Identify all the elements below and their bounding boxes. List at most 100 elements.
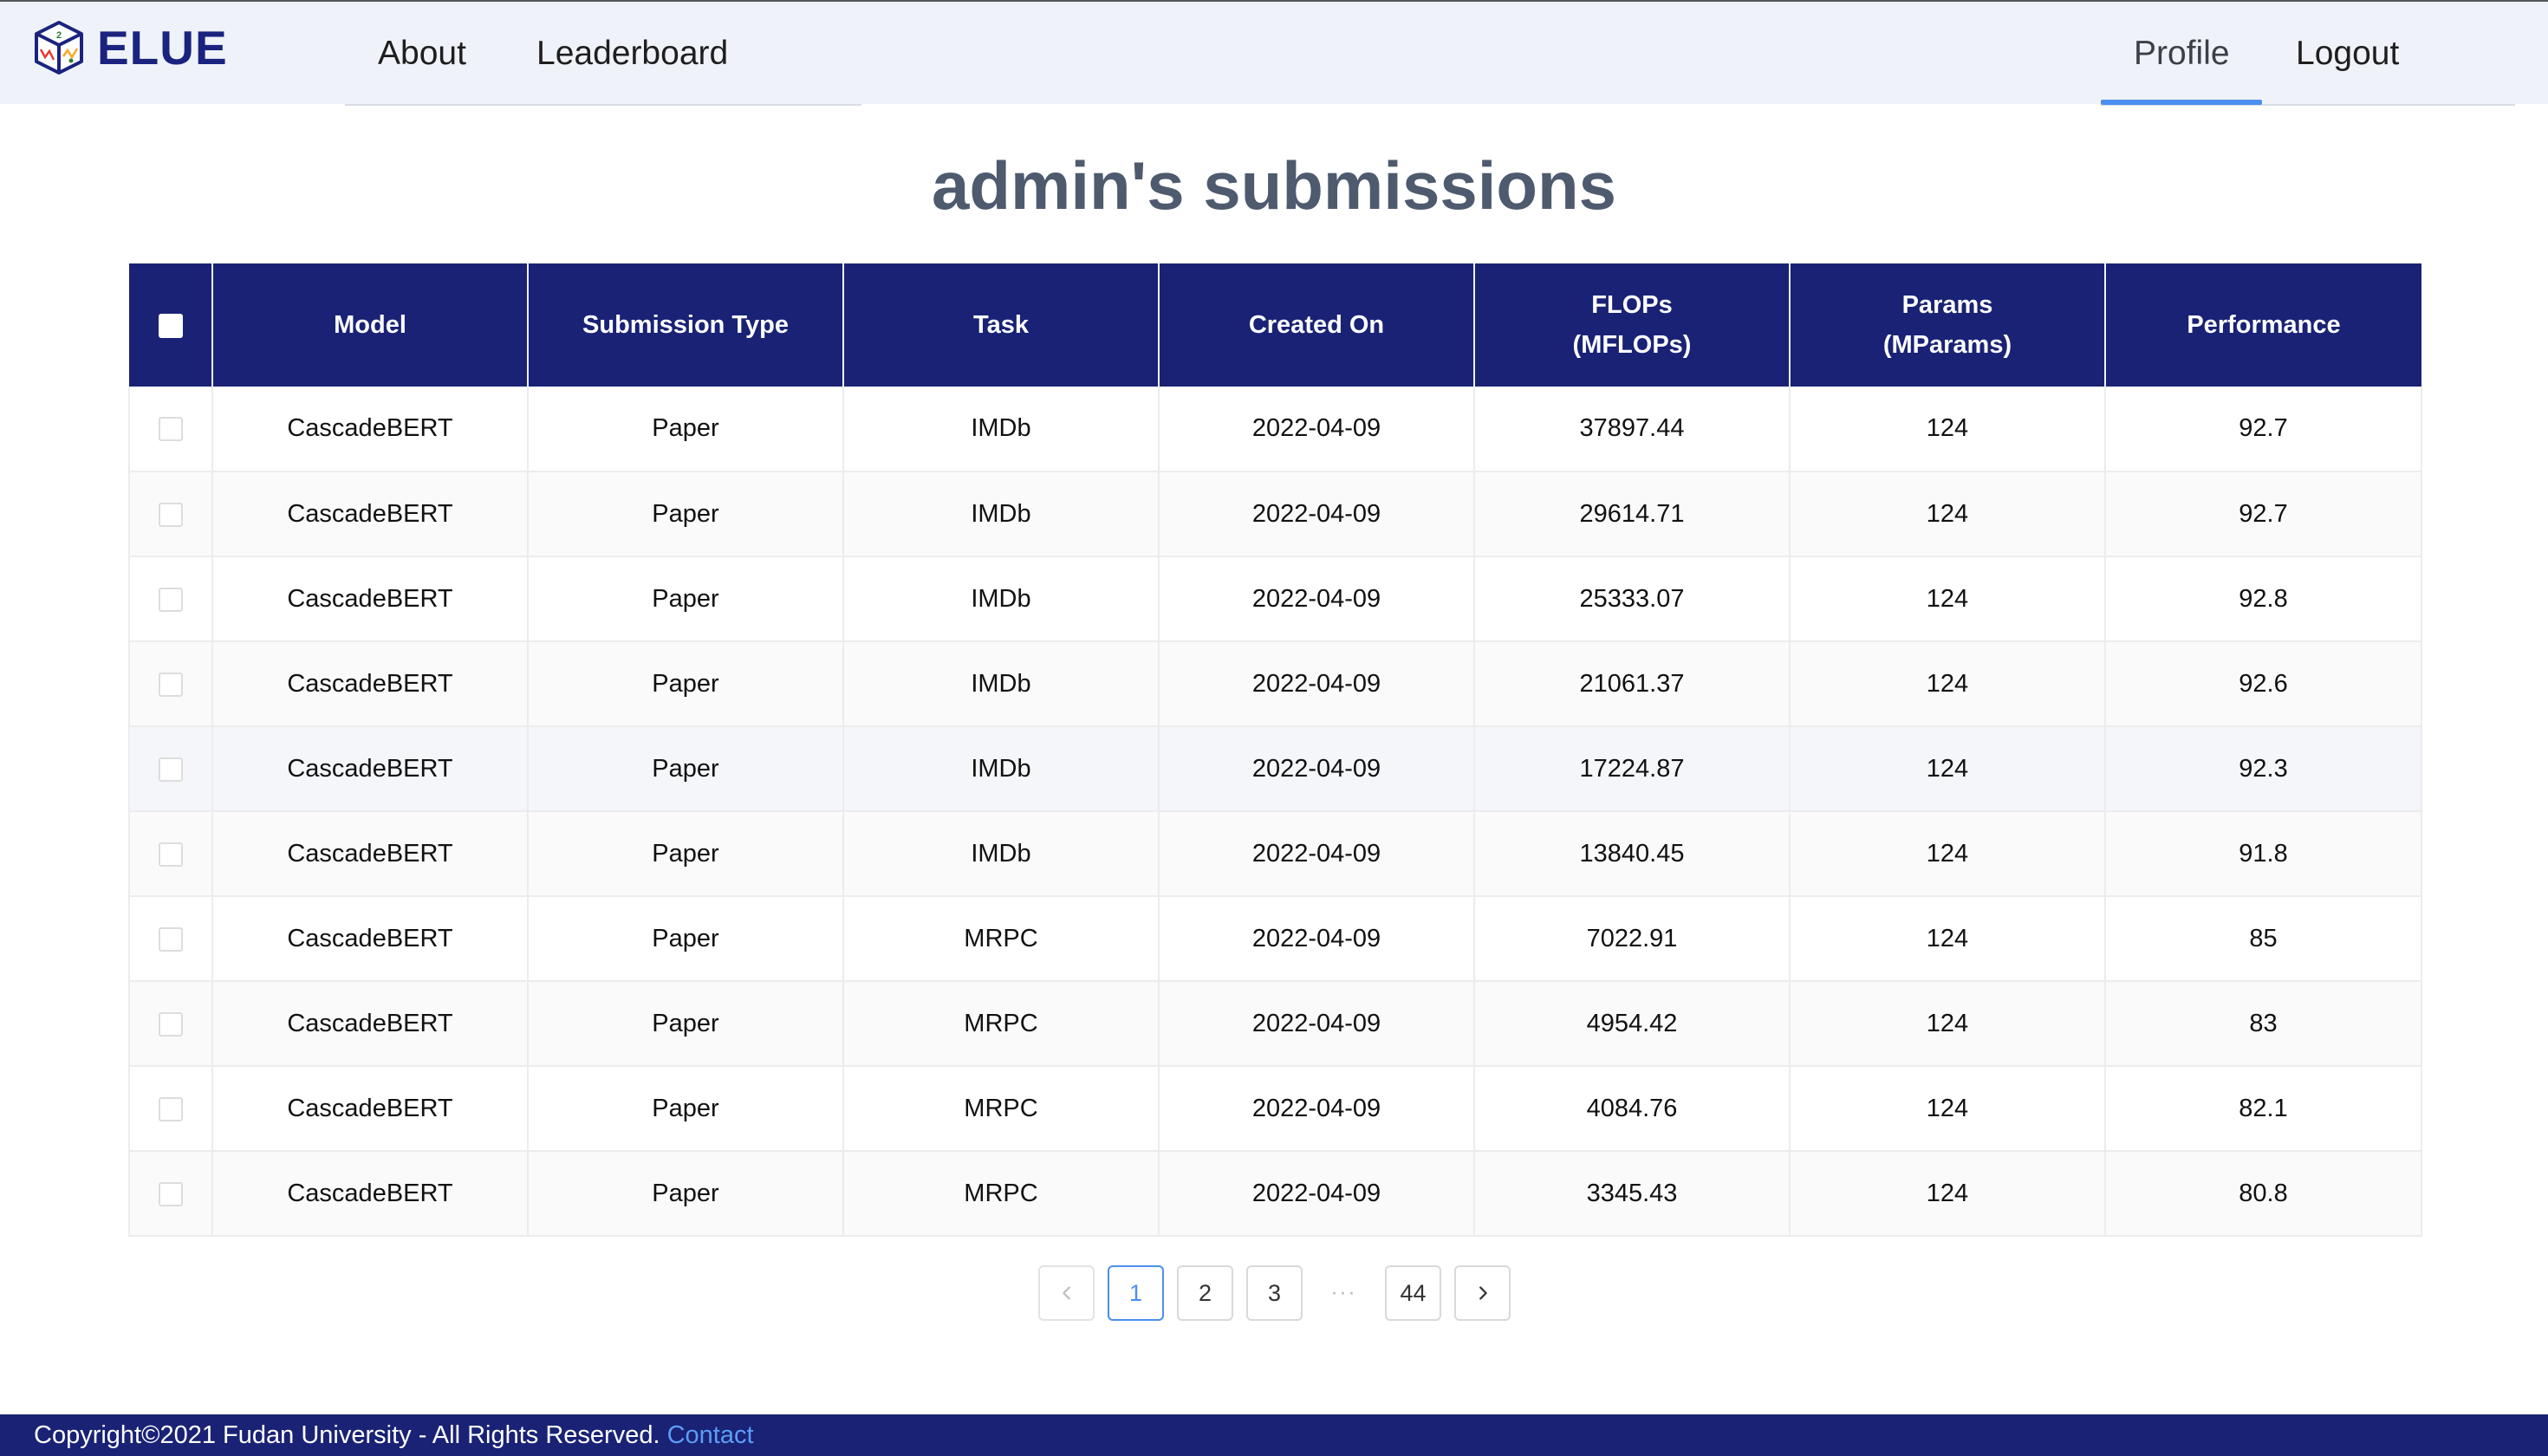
table-header-row: Model Submission Type Task Created On FL… (129, 263, 2421, 387)
table-row[interactable]: CascadeBERT Paper MRPC 2022-04-09 7022.91 124… (128, 896, 2422, 982)
cell-created-on: 2022-04-09 (1159, 981, 1475, 1067)
nav-about-link[interactable]: About (378, 31, 466, 76)
table-row[interactable]: CascadeBERT Paper IMDb 2022-04-09 13840.45 12… (128, 811, 2422, 897)
cell-flops: 21061.37 (1474, 641, 1791, 727)
cell-submission-type: Paper (528, 811, 844, 897)
cell-created-on: 2022-04-09 (1159, 471, 1475, 557)
cell-performance: 80.8 (2105, 1151, 2422, 1237)
cell-params: 124 (1790, 387, 2106, 472)
cell-flops: 4954.42 (1474, 981, 1791, 1067)
cell-created-on: 2022-04-09 (1159, 556, 1475, 642)
cell-performance: 83 (2105, 981, 2422, 1067)
row-checkbox[interactable] (159, 1011, 183, 1037)
pagination-page-3[interactable]: 3 (1246, 1265, 1303, 1321)
cell-submission-type: Paper (528, 726, 844, 812)
row-select-cell (128, 387, 213, 472)
cell-performance: 92.6 (2105, 641, 2422, 727)
row-checkbox[interactable] (159, 1181, 183, 1206)
cell-flops: 17224.87 (1474, 726, 1791, 812)
cell-created-on: 2022-04-09 (1159, 896, 1475, 982)
cell-submission-type: Paper (528, 641, 844, 727)
table-row[interactable]: CascadeBERT Paper MRPC 2022-04-09 4954.42 124… (128, 981, 2422, 1067)
column-header-label: Performance (2187, 311, 2341, 339)
cell-submission-type: Paper (528, 387, 844, 472)
nav-active-indicator (2101, 100, 2262, 105)
table-row[interactable]: CascadeBERT Paper IMDb 2022-04-09 25333.07 12… (128, 556, 2422, 642)
pagination-page-1[interactable]: 1 (1108, 1265, 1164, 1321)
chevron-left-icon (1062, 1286, 1070, 1300)
cell-submission-type: Paper (528, 896, 844, 982)
column-header-label: FLOPs (1591, 291, 1673, 319)
column-header-model: Model (212, 263, 529, 387)
nav-leaderboard-link[interactable]: Leaderboard (536, 31, 728, 76)
cell-model: CascadeBERT (212, 981, 529, 1067)
cell-params: 124 (1790, 726, 2106, 812)
pagination-page-2[interactable]: 2 (1177, 1265, 1233, 1321)
table-row[interactable]: CascadeBERT Paper MRPC 2022-04-09 3345.43 124… (128, 1151, 2422, 1237)
brand-logo[interactable]: 2 ELUE (33, 19, 228, 76)
row-checkbox[interactable] (159, 757, 183, 782)
select-all-checkbox[interactable] (158, 314, 183, 339)
table-row[interactable]: CascadeBERT Paper MRPC 2022-04-09 4084.76 124… (128, 1066, 2422, 1152)
row-checkbox[interactable] (159, 502, 183, 527)
cell-params: 124 (1790, 896, 2106, 982)
row-select-cell (128, 641, 213, 727)
cell-task: IMDb (843, 387, 1160, 472)
pagination-page-last[interactable]: 44 (1385, 1265, 1441, 1321)
cell-model: CascadeBERT (212, 811, 529, 897)
dice-logo-icon: 2 (35, 21, 83, 75)
footer-contact-link[interactable]: Contact (667, 1421, 754, 1449)
cell-task: IMDb (843, 811, 1160, 897)
row-checkbox[interactable] (159, 926, 183, 952)
nav-logout-link[interactable]: Logout (2296, 31, 2399, 76)
chevron-right-icon (1479, 1286, 1487, 1300)
submissions-table: Model Submission Type Task Created On FL… (128, 263, 2422, 1237)
cell-task: MRPC (843, 1151, 1160, 1237)
nav-profile-link[interactable]: Profile (2134, 31, 2230, 76)
pagination-next-button[interactable] (1454, 1265, 1511, 1321)
footer: Copyright©2021 Fudan University - All Ri… (0, 1414, 2548, 1456)
table-row[interactable]: CascadeBERT Paper IMDb 2022-04-09 37897.44 12… (128, 387, 2422, 472)
cell-created-on: 2022-04-09 (1159, 387, 1475, 472)
row-select-cell (128, 726, 213, 812)
cell-model: CascadeBERT (212, 556, 529, 642)
cell-performance: 85 (2105, 896, 2422, 982)
row-select-cell (128, 1066, 213, 1152)
row-checkbox[interactable] (159, 587, 183, 612)
row-checkbox[interactable] (159, 672, 183, 697)
row-checkbox[interactable] (159, 1096, 183, 1121)
cell-flops: 37897.44 (1474, 387, 1791, 472)
cell-model: CascadeBERT (212, 641, 529, 727)
column-header-label: Params (1901, 291, 1993, 319)
column-header-flops: FLOPs (MFLOPs) (1474, 263, 1791, 387)
select-all-cell (129, 263, 213, 387)
cell-task: IMDb (843, 726, 1160, 812)
cell-created-on: 2022-04-09 (1159, 1151, 1475, 1237)
table-row[interactable]: CascadeBERT Paper IMDb 2022-04-09 17224.87 12… (128, 726, 2422, 812)
cell-model: CascadeBERT (212, 1151, 529, 1237)
cell-params: 124 (1790, 556, 2106, 642)
pagination-prev-button[interactable] (1038, 1265, 1095, 1321)
pagination-ellipsis[interactable]: ··· (1316, 1265, 1372, 1321)
cell-flops: 29614.71 (1474, 471, 1791, 557)
row-checkbox[interactable] (159, 842, 183, 867)
cell-performance: 82.1 (2105, 1066, 2422, 1152)
cell-flops: 25333.07 (1474, 556, 1791, 642)
cell-performance: 92.7 (2105, 471, 2422, 557)
cell-params: 124 (1790, 981, 2106, 1067)
cell-params: 124 (1790, 471, 2106, 557)
column-header-performance: Performance (2105, 263, 2421, 387)
column-header-created-on: Created On (1159, 263, 1475, 387)
cell-created-on: 2022-04-09 (1159, 726, 1475, 812)
cell-params: 124 (1790, 1066, 2106, 1152)
cell-model: CascadeBERT (212, 471, 529, 557)
column-header-label: Model (334, 311, 406, 339)
column-header-submission-type: Submission Type (528, 263, 844, 387)
cell-created-on: 2022-04-09 (1159, 1066, 1475, 1152)
table-row[interactable]: CascadeBERT Paper IMDb 2022-04-09 29614.71 12… (128, 471, 2422, 557)
cell-flops: 7022.91 (1474, 896, 1791, 982)
cell-performance: 92.3 (2105, 726, 2422, 812)
row-checkbox[interactable] (159, 417, 183, 442)
table-row[interactable]: CascadeBERT Paper IMDb 2022-04-09 21061.37 12… (128, 641, 2422, 727)
cell-flops: 4084.76 (1474, 1066, 1791, 1152)
